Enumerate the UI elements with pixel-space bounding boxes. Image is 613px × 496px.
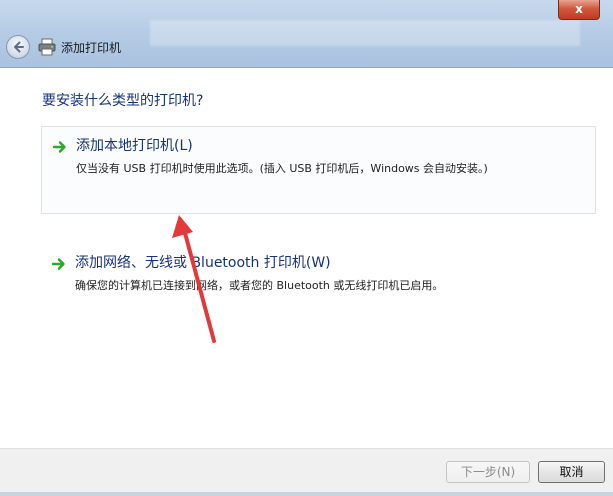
option-description: 确保您的计算机已连接到网络，或者您的 Bluetooth 或无线打印机已启用。 bbox=[75, 279, 444, 292]
bottom-edge bbox=[0, 492, 613, 496]
next-button[interactable]: 下一步(N) bbox=[446, 461, 530, 483]
green-arrow-icon bbox=[51, 258, 65, 270]
wizard-content: 要安装什么类型的打印机? 添加本地打印机(L) 仅当没有 USB 打印机时使用此… bbox=[0, 68, 613, 448]
wizard-footer: 下一步(N) 取消 bbox=[0, 448, 613, 496]
title-bar: x 添加打印机 bbox=[0, 0, 613, 68]
page-heading: 要安装什么类型的打印机? bbox=[42, 93, 204, 109]
back-button[interactable] bbox=[6, 35, 30, 59]
option-description: 仅当没有 USB 打印机时使用此选项。(插入 USB 打印机后，Windows … bbox=[76, 162, 488, 175]
background-window-blur bbox=[150, 20, 580, 46]
green-arrow-icon bbox=[52, 141, 66, 153]
cancel-button[interactable]: 取消 bbox=[538, 461, 605, 483]
back-arrow-icon bbox=[14, 41, 24, 53]
close-button[interactable]: x bbox=[558, 0, 600, 20]
window-title: 添加打印机 bbox=[61, 41, 122, 55]
option-local-printer[interactable]: 添加本地打印机(L) 仅当没有 USB 打印机时使用此选项。(插入 USB 打印… bbox=[41, 126, 596, 214]
printer-icon bbox=[38, 38, 56, 56]
option-title: 添加本地打印机(L) bbox=[76, 138, 193, 154]
option-network-printer[interactable]: 添加网络、无线或 Bluetooth 打印机(W) 确保您的计算机已连接到网络，… bbox=[41, 244, 596, 304]
annotation-arrow-icon bbox=[172, 215, 216, 343]
